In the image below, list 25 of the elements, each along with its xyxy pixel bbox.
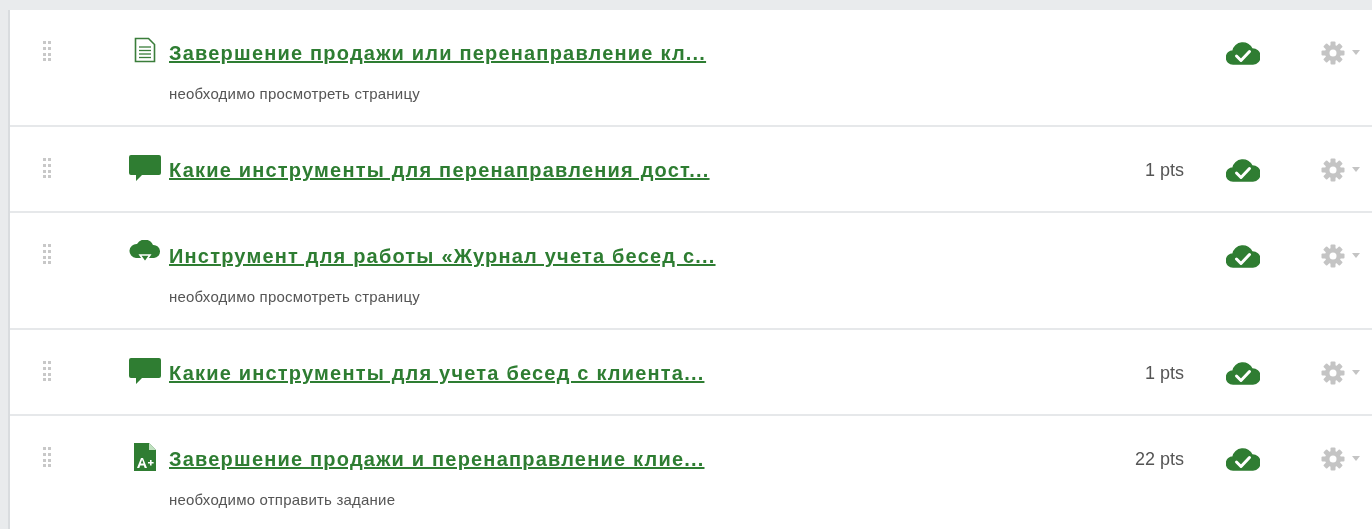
published-cloud-icon[interactable]	[1226, 157, 1260, 183]
speech-bubble-icon	[128, 154, 162, 182]
points-text: 1 pts	[1144, 362, 1184, 385]
drag-handle-icon[interactable]	[43, 158, 51, 178]
drag-handle-icon[interactable]	[43, 447, 51, 467]
drag-handle-icon[interactable]	[43, 244, 51, 264]
item-title-link[interactable]: Инструмент для работы «Журнал учета бесед с...	[169, 244, 716, 268]
published-cloud-icon[interactable]	[1226, 243, 1260, 269]
graded-document-icon	[134, 443, 156, 471]
published-cloud-icon[interactable]	[1226, 360, 1260, 386]
speech-bubble-icon	[128, 357, 162, 385]
item-title-link[interactable]: Какие инструменты для учета бесед с клиента...	[169, 361, 705, 385]
requirement-text: необходимо отправить задание	[169, 491, 397, 508]
item-title-link[interactable]: Завершение продажи и перенаправление клие...	[169, 447, 705, 471]
requirement-text: необходимо просмотреть страницу	[169, 85, 421, 102]
item-title-link[interactable]: Какие инструменты для перенаправления дост...	[169, 158, 710, 182]
document-icon	[134, 37, 156, 63]
drag-handle-icon[interactable]	[43, 361, 51, 381]
points-text: 1 pts	[1144, 159, 1184, 182]
item-title-link[interactable]: Завершение продажи или перенаправление кл...	[169, 41, 707, 65]
requirement-text: необходимо просмотреть страницу	[169, 288, 421, 305]
drag-handle-icon[interactable]	[43, 41, 51, 61]
published-cloud-icon[interactable]	[1226, 40, 1260, 66]
points-text: 22 pts	[1134, 448, 1184, 471]
published-cloud-icon[interactable]	[1226, 446, 1260, 472]
